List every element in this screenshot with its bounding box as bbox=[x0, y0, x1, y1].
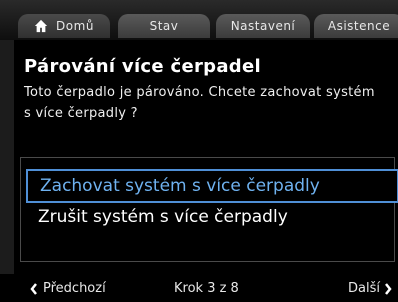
next-button[interactable]: Další bbox=[348, 281, 392, 296]
tab-assist[interactable]: Asistence bbox=[314, 14, 398, 38]
tab-assist-label: Asistence bbox=[327, 19, 391, 33]
step-indicator: Krok 3 z 8 bbox=[174, 281, 239, 296]
tab-settings-label: Nastavení bbox=[230, 19, 296, 33]
previous-label: Předchozí bbox=[43, 281, 106, 296]
option-list: Zachovat systém s více čerpadly Zrušit s… bbox=[20, 157, 398, 262]
tab-home[interactable]: Domů bbox=[18, 14, 110, 38]
tab-status-label: Stav bbox=[149, 19, 179, 33]
tab-settings[interactable]: Nastavení bbox=[216, 14, 310, 38]
next-label: Další bbox=[348, 281, 380, 296]
page-description: Toto čerpadlo je párováno. Chcete zachov… bbox=[24, 85, 375, 121]
tab-status[interactable]: Stav bbox=[118, 14, 210, 38]
home-icon bbox=[34, 19, 48, 33]
chevron-left-icon bbox=[30, 282, 37, 295]
chevron-right-icon bbox=[385, 282, 392, 295]
footer-navigation: Předchozí Krok 3 z 8 Další bbox=[0, 274, 398, 302]
top-navigation-bar: Domů Stav Nastavení Asistence bbox=[0, 0, 398, 40]
previous-button[interactable]: Předchozí bbox=[30, 281, 106, 296]
page-title: Párování více čerpadel bbox=[24, 56, 261, 77]
tab-home-label: Domů bbox=[56, 19, 94, 33]
option-keep-multipump[interactable]: Zachovat systém s více čerpadly bbox=[26, 169, 398, 203]
option-cancel-multipump[interactable]: Zrušit systém s více čerpadly bbox=[26, 202, 395, 232]
